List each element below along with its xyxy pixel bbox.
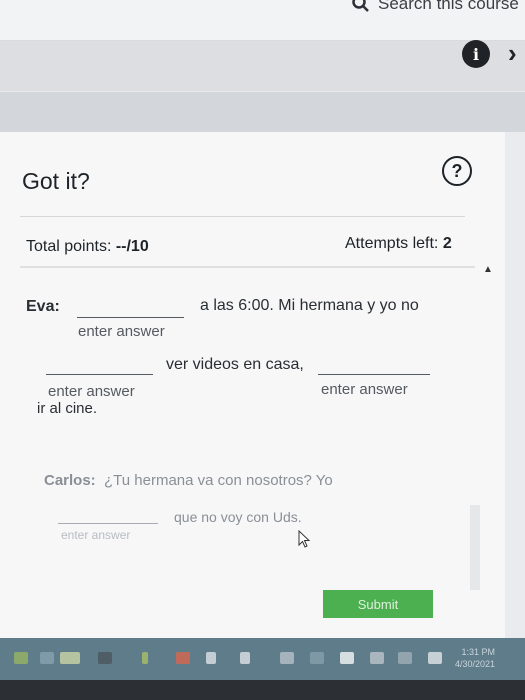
- app-icon[interactable]: [280, 652, 294, 664]
- app-icon[interactable]: [340, 652, 354, 664]
- app-icon[interactable]: [240, 652, 250, 664]
- search-course[interactable]: Search this course: [352, 0, 519, 14]
- app-icon[interactable]: [176, 652, 190, 664]
- app-icon[interactable]: [310, 652, 324, 664]
- eva-line-1: a las 6:00. Mi hermana y yo no: [200, 297, 419, 314]
- eva-line-3: ir al cine.: [37, 400, 98, 417]
- sub-toolbar: [0, 41, 525, 91]
- app-icon[interactable]: [398, 652, 412, 664]
- info-button[interactable]: i: [462, 40, 490, 68]
- speaker-carlos: Carlos:: [44, 472, 96, 489]
- answer-blank-3[interactable]: [318, 374, 430, 375]
- app-icon[interactable]: [206, 652, 216, 664]
- clock-date: 4/30/2021: [455, 659, 496, 669]
- app-icon[interactable]: [98, 652, 112, 664]
- top-bar: Search this course: [0, 0, 525, 41]
- eva-line-2: ver videos en casa,: [166, 356, 304, 373]
- question-title: Got it?: [22, 168, 90, 194]
- total-points-value: --/10: [115, 238, 149, 255]
- answer-input-1[interactable]: enter answer: [78, 323, 165, 340]
- bezel: [0, 680, 525, 700]
- app-icon[interactable]: [40, 652, 54, 664]
- attempts-label: Attempts left:: [345, 235, 443, 252]
- app-icon[interactable]: [60, 652, 80, 664]
- app-icon[interactable]: [14, 652, 28, 664]
- speaker-eva: Eva:: [26, 298, 60, 315]
- total-points-label: Total points:: [26, 238, 116, 255]
- search-icon: [352, 0, 369, 12]
- taskbar-clock[interactable]: 1:31 PM 4/30/2021: [455, 646, 495, 670]
- carlos-line-1: ¿Tu hermana va con nosotros? Yo: [104, 472, 333, 489]
- app-icon[interactable]: [142, 652, 148, 664]
- answer-blank-4[interactable]: [58, 523, 158, 524]
- attempts-value: 2: [442, 235, 452, 252]
- next-chevron-icon[interactable]: ›: [508, 38, 517, 69]
- header-band: [0, 92, 525, 132]
- answer-input-4[interactable]: enter answer: [61, 528, 130, 542]
- help-icon[interactable]: ?: [442, 156, 472, 186]
- total-points: Total points: --/10: [26, 238, 149, 256]
- answer-input-3[interactable]: enter answer: [321, 381, 408, 398]
- divider: [20, 266, 475, 268]
- app-icon[interactable]: [428, 652, 442, 664]
- mouse-cursor-icon: [298, 530, 311, 548]
- answer-input-2[interactable]: enter answer: [48, 383, 135, 400]
- scrollbar[interactable]: [470, 505, 480, 590]
- answer-blank-1[interactable]: [77, 317, 184, 318]
- clock-time: 1:31 PM: [461, 647, 496, 657]
- divider: [20, 216, 465, 217]
- carlos-line-2: que no voy con Uds.: [174, 509, 302, 525]
- scroll-up-icon[interactable]: ▲: [483, 264, 493, 275]
- answer-blank-2[interactable]: [46, 374, 153, 375]
- search-text: Search this course: [378, 0, 519, 13]
- app-icon[interactable]: [370, 652, 384, 664]
- info-icon: i: [472, 44, 480, 64]
- attempts-left: Attempts left: 2: [345, 235, 452, 253]
- submit-button[interactable]: Submit: [323, 590, 433, 618]
